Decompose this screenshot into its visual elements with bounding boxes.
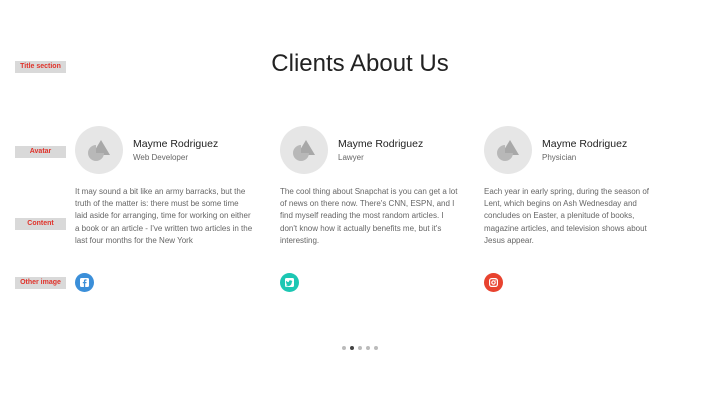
carousel-pagination [342, 346, 378, 350]
testimonial-text: It may sound a bit like an army barracks… [75, 187, 253, 245]
pagination-dot[interactable] [358, 346, 362, 350]
pagination-dot[interactable] [342, 346, 346, 350]
avatar-placeholder-icon [88, 140, 110, 161]
testimonial-card: Mayme Rodriguez Physician Each year in e… [484, 126, 662, 292]
client-role: Lawyer [338, 152, 364, 162]
instagram-button[interactable] [484, 273, 503, 292]
client-name: Mayme Rodriguez [338, 137, 424, 150]
facebook-button[interactable] [75, 273, 94, 292]
page-title: Clients About Us [271, 50, 449, 77]
testimonial-header: Mayme Rodriguez Lawyer [280, 126, 458, 174]
annotation-other-image: Other image [15, 277, 66, 289]
twitter-icon [285, 278, 294, 287]
avatar-placeholder-icon [293, 140, 315, 161]
client-role: Physician [542, 152, 577, 162]
twitter-button[interactable] [280, 273, 299, 292]
pagination-dot[interactable] [374, 346, 378, 350]
avatar [280, 126, 328, 174]
instagram-icon [489, 278, 498, 287]
avatar [75, 126, 123, 174]
testimonial-text: Each year in early spring, during the se… [484, 187, 649, 245]
testimonial-card: Mayme Rodriguez Lawyer The cool thing ab… [280, 126, 458, 292]
client-name: Mayme Rodriguez [133, 137, 219, 150]
avatar [484, 126, 532, 174]
avatar-placeholder-icon [497, 140, 519, 161]
testimonial-header: Mayme Rodriguez Web Developer [75, 126, 253, 174]
annotation-avatar: Avatar [15, 146, 66, 158]
name-block: Mayme Rodriguez Lawyer [338, 137, 423, 164]
client-name: Mayme Rodriguez [542, 137, 628, 150]
pagination-dot-active[interactable] [350, 346, 354, 350]
testimonial-text: The cool thing about Snapchat is you can… [280, 187, 458, 245]
testimonial-card: Mayme Rodriguez Web Developer It may sou… [75, 126, 253, 292]
name-block: Mayme Rodriguez Web Developer [133, 137, 218, 164]
facebook-icon [80, 278, 89, 287]
name-block: Mayme Rodriguez Physician [542, 137, 627, 164]
testimonial-header: Mayme Rodriguez Physician [484, 126, 662, 174]
pagination-dot[interactable] [366, 346, 370, 350]
annotation-content: Content [15, 218, 66, 230]
client-role: Web Developer [133, 152, 188, 162]
